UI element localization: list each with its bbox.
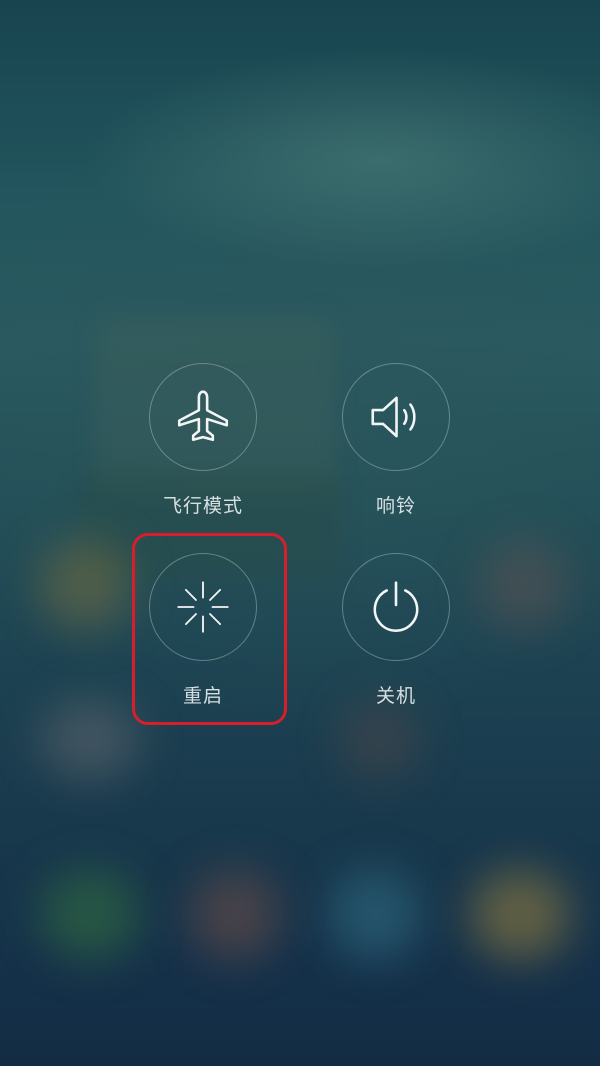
power-icon: [365, 576, 427, 638]
background-blurred-shape: [340, 700, 420, 780]
airplane-icon: [172, 386, 234, 448]
background-blurred-shape: [330, 870, 420, 960]
ring-button[interactable]: [342, 363, 450, 471]
airplane-mode-label: 飞行模式: [162, 495, 243, 517]
background-blurred-shape: [190, 870, 280, 960]
background-blurred-shape: [40, 700, 140, 780]
background-blurred-shape: [470, 870, 570, 960]
blurred-background: [0, 0, 600, 1066]
background-blurred-shape: [40, 870, 140, 960]
reboot-highlight-box: [132, 533, 287, 725]
background-blurred-shape: [480, 540, 570, 630]
background-blurred-shape: [40, 540, 130, 630]
airplane-mode-button[interactable]: [149, 363, 257, 471]
speaker-icon: [365, 386, 427, 448]
power-off-button[interactable]: [342, 553, 450, 661]
power-off-label: 关机: [375, 685, 416, 707]
ring-label: 响铃: [375, 495, 416, 517]
